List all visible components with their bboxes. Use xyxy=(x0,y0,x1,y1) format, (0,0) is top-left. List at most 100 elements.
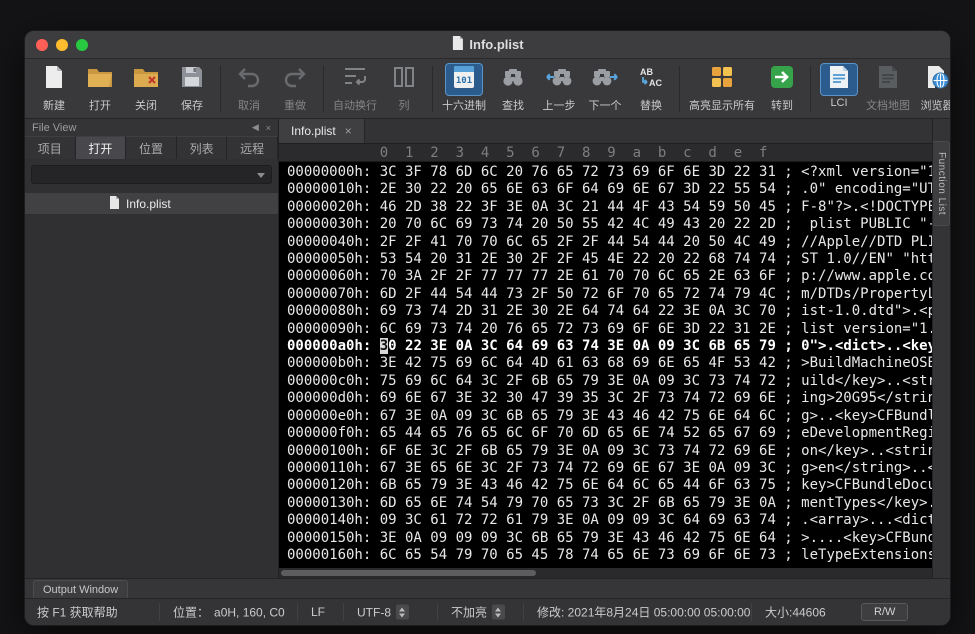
hex-row-address: 00000100h: xyxy=(287,443,380,459)
minimize-window-button[interactable] xyxy=(56,39,68,51)
hex-row[interactable]: 000000c0h: 75 69 6C 64 3C 2F 6B 65 79 3E… xyxy=(287,373,932,390)
tab-location[interactable]: 位置 xyxy=(126,136,177,159)
statusbar-divider xyxy=(523,603,524,621)
status-encoding-value: UTF-8 xyxy=(357,605,391,619)
toolbar-button-hex-mode[interactable]: 101 十六进制 xyxy=(438,63,490,113)
horizontal-scrollbar-thumb[interactable] xyxy=(281,570,536,576)
hex-row[interactable]: 00000110h: 67 3E 65 6E 3C 2F 73 74 72 69… xyxy=(287,460,932,477)
goto-icon xyxy=(770,65,794,94)
hex-row[interactable]: 00000130h: 6D 65 6E 74 54 79 70 65 73 3C… xyxy=(287,495,932,512)
toolbar-separator xyxy=(810,66,811,112)
hex-row-bytes: 67 3E 65 6E 3C 2F 73 74 72 69 6E 67 3E 0… xyxy=(380,460,776,476)
toolbar-button-close-file[interactable]: 关闭 xyxy=(123,63,169,113)
hex-row[interactable]: 00000050h: 53 54 20 31 2E 30 2F 2F 45 4E… xyxy=(287,251,932,268)
hex-row[interactable]: 00000000h: 3C 3F 78 6D 6C 20 76 65 72 73… xyxy=(287,164,932,181)
editor-tabbar: Info.plist × xyxy=(279,119,932,144)
toolbar-button-highlight-all[interactable]: 高亮显示所有 xyxy=(685,63,759,113)
hex-row-ascii: ; key>CFBundleDocu xyxy=(776,477,932,493)
hex-row[interactable]: 00000060h: 70 3A 2F 2F 77 77 77 2E 61 70… xyxy=(287,268,932,285)
status-encoding[interactable]: UTF-8 xyxy=(357,605,409,620)
hex-rows[interactable]: 00000000h: 3C 3F 78 6D 6C 20 76 65 72 73… xyxy=(279,162,932,568)
highlight-stepper[interactable] xyxy=(492,605,505,620)
columns-icon xyxy=(393,66,415,93)
horizontal-scrollbar[interactable] xyxy=(279,568,932,578)
hex-row[interactable]: 000000d0h: 69 6E 67 3E 32 30 47 39 35 3C… xyxy=(287,390,932,407)
hex-row-bytes: 6C 69 73 74 20 76 65 72 73 69 6F 6E 3D 2… xyxy=(380,321,776,337)
hex-row[interactable]: 000000f0h: 65 44 65 76 65 6C 6F 70 6D 65… xyxy=(287,425,932,442)
close-window-button[interactable] xyxy=(36,39,48,51)
toolbar-button-find-previous[interactable]: 上一步 xyxy=(536,63,582,113)
status-position: 位置： a0H, 160, C0 xyxy=(173,604,285,621)
toolbar-separator xyxy=(220,66,221,112)
hex-row-address: 00000020h: xyxy=(287,199,380,215)
hex-row-address: 00000050h: xyxy=(287,251,380,267)
toolbar-button-save[interactable]: 保存 xyxy=(169,63,215,113)
window-title-area: Info.plist xyxy=(451,36,523,53)
tab-remote[interactable]: 远程 xyxy=(227,136,278,159)
hex-row[interactable]: 00000090h: 6C 69 73 74 20 76 65 72 73 69… xyxy=(287,321,932,338)
zoom-window-button[interactable] xyxy=(76,39,88,51)
hex-row[interactable]: 000000e0h: 67 3E 0A 09 3C 6B 65 79 3E 43… xyxy=(287,408,932,425)
hex-row[interactable]: 00000120h: 6B 65 79 3E 43 46 42 75 6E 64… xyxy=(287,477,932,494)
status-rw-button[interactable]: R/W xyxy=(861,603,908,621)
panel-close-icon[interactable]: × xyxy=(266,123,271,133)
panel-collapse-icon[interactable]: ◀ xyxy=(252,122,259,133)
toolbar-button-browser[interactable]: 浏览器 xyxy=(914,63,951,113)
toolbar-button-columns[interactable]: 列 xyxy=(381,63,427,113)
toolbar-button-find-next[interactable]: 下一个 xyxy=(582,63,628,113)
file-view-sidebar: File View ◀ × 项目 打开 位置 列表 远程 Info.plist xyxy=(25,119,279,578)
tab-open[interactable]: 打开 xyxy=(76,136,127,159)
tab-project[interactable]: 项目 xyxy=(25,136,76,159)
hex-row-bytes: 30 22 3E 0A 3C 64 69 63 74 3E 0A 09 3C 6… xyxy=(380,338,776,354)
status-highlight-mode[interactable]: 不加亮 xyxy=(451,604,505,621)
hex-row-bytes: 20 70 6C 69 73 74 20 50 55 42 4C 49 43 2… xyxy=(380,216,776,232)
toolbar-separator xyxy=(432,66,433,112)
hex-row[interactable]: 00000070h: 6D 2F 44 54 44 73 2F 50 72 6F… xyxy=(287,286,932,303)
hex-row[interactable]: 00000030h: 20 70 6C 69 73 74 20 50 55 42… xyxy=(287,216,932,233)
toolbar-button-undo[interactable]: 取消 xyxy=(226,63,272,113)
toolbar-button-lci[interactable]: LCI xyxy=(816,63,862,109)
function-list-tab[interactable]: Function List xyxy=(933,141,950,226)
file-list-item-infoplist[interactable]: Info.plist xyxy=(25,193,278,214)
hex-row-address: 000000d0h: xyxy=(287,390,380,406)
toolbar-button-redo[interactable]: 重做 xyxy=(272,63,318,113)
toolbar-button-new[interactable]: 新建 xyxy=(31,63,77,113)
toolbar-button-find[interactable]: 查找 xyxy=(490,63,536,113)
hex-row[interactable]: 00000160h: 6C 65 54 79 70 65 45 78 74 65… xyxy=(287,547,932,564)
toolbar-button-replace[interactable]: ABAC 替换 xyxy=(628,63,674,113)
tab-close-icon[interactable]: × xyxy=(345,124,352,138)
toolbar-button-open[interactable]: 打开 xyxy=(77,63,123,113)
rw-toggle[interactable]: R/W xyxy=(861,603,908,621)
hex-row[interactable]: 00000040h: 2F 2F 41 70 70 6C 65 2F 2F 44… xyxy=(287,234,932,251)
hex-row[interactable]: 00000150h: 3E 0A 09 09 09 3C 6B 65 79 3E… xyxy=(287,530,932,547)
hex-row[interactable]: 00000100h: 6F 6E 3C 2F 6B 65 79 3E 0A 09… xyxy=(287,443,932,460)
toolbar-button-word-wrap[interactable]: 自动换行 xyxy=(329,63,381,113)
tab-list[interactable]: 列表 xyxy=(177,136,228,159)
editor-tab-infoplist[interactable]: Info.plist × xyxy=(279,119,365,143)
output-window-tab[interactable]: Output Window xyxy=(33,580,128,598)
hex-row[interactable]: 00000020h: 46 2D 38 22 3F 3E 0A 3C 21 44… xyxy=(287,199,932,216)
toolbar-button-goto[interactable]: 转到 xyxy=(759,63,805,113)
svg-text:AB: AB xyxy=(640,67,653,77)
hex-row[interactable]: 00000080h: 69 73 74 2D 31 2E 30 2E 64 74… xyxy=(287,303,932,320)
hex-row[interactable]: 00000140h: 09 3C 61 72 72 61 79 3E 0A 09… xyxy=(287,512,932,529)
content-area: File View ◀ × 项目 打开 位置 列表 远程 Info.plist xyxy=(25,119,950,578)
highlight-all-icon xyxy=(710,65,734,94)
file-filter-dropdown[interactable] xyxy=(31,165,272,184)
toolbar-button-document-map[interactable]: 文档地图 xyxy=(862,63,914,113)
hex-row[interactable]: 000000a0h: 30 22 3E 0A 3C 64 69 63 74 3E… xyxy=(287,338,932,355)
hex-row[interactable]: 00000010h: 2E 30 22 20 65 6E 63 6F 64 69… xyxy=(287,181,932,198)
status-position-value: a0H, 160, C0 xyxy=(214,605,285,619)
hex-row-ascii: ; mentTypes</key>. xyxy=(776,495,932,511)
hex-row-ascii: ; ist-1.0.dtd">.<p xyxy=(776,303,932,319)
hex-row-bytes: 6B 65 79 3E 43 46 42 75 6E 64 6C 65 44 6… xyxy=(380,477,776,493)
status-line-ending[interactable]: LF xyxy=(311,605,325,619)
statusbar-divider xyxy=(751,603,752,621)
hex-row[interactable]: 000000b0h: 3E 42 75 69 6C 64 4D 61 63 68… xyxy=(287,355,932,372)
hex-row-ascii: ; <?xml version="1 xyxy=(776,164,932,180)
hex-row-bytes: 6F 6E 3C 2F 6B 65 79 3E 0A 09 3C 73 74 7… xyxy=(380,443,776,459)
hex-mode-icon: 101 xyxy=(453,65,475,94)
hex-row-address: 00000110h: xyxy=(287,460,380,476)
encoding-stepper[interactable] xyxy=(396,605,409,620)
output-window-strip: Output Window xyxy=(25,578,950,598)
